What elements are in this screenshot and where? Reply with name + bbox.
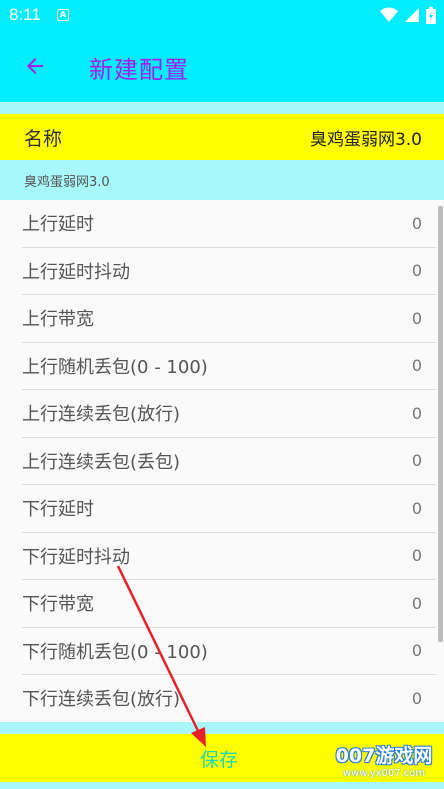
setting-label: 上行连续丢包(丢包) bbox=[22, 451, 181, 473]
setting-uplink-burst-pass[interactable]: 上行连续丢包(放行) 0 bbox=[22, 390, 436, 438]
setting-uplink-delay-jitter[interactable]: 上行延时抖动 0 bbox=[22, 248, 436, 295]
setting-label: 上行延时 bbox=[22, 214, 94, 236]
watermark-url: www.yx007.com bbox=[342, 768, 426, 779]
setting-label: 上行带宽 bbox=[22, 309, 94, 331]
setting-downlink-burst-pass[interactable]: 下行连续丢包(放行) 0 bbox=[22, 675, 436, 722]
setting-label: 下行延时抖动 bbox=[22, 546, 130, 568]
setting-downlink-bandwidth[interactable]: 下行带宽 0 bbox=[22, 580, 436, 628]
battery-icon bbox=[426, 6, 436, 24]
name-value: 臭鸡蛋弱网3.0 bbox=[309, 129, 422, 150]
wifi-icon bbox=[380, 7, 398, 22]
setting-value: 0 bbox=[411, 213, 422, 233]
signal-icon bbox=[405, 8, 419, 22]
setting-label: 下行延时 bbox=[22, 499, 94, 521]
setting-label: 下行连续丢包(放行) bbox=[22, 689, 181, 711]
divider-strip bbox=[0, 102, 444, 114]
list-scrollbar[interactable] bbox=[438, 206, 443, 642]
setting-downlink-random-loss[interactable]: 下行随机丢包(0 - 100) 0 bbox=[22, 628, 436, 675]
setting-label: 上行延时抖动 bbox=[22, 261, 130, 283]
setting-value: 0 bbox=[411, 403, 422, 423]
name-label: 名称 bbox=[24, 127, 63, 150]
watermark: 007游戏网 www.yx007.com bbox=[328, 741, 440, 785]
setting-value: 0 bbox=[411, 688, 422, 708]
setting-value: 0 bbox=[411, 261, 422, 281]
name-row[interactable]: 名称 臭鸡蛋弱网3.0 bbox=[0, 114, 444, 160]
status-bar: 8:11 A bbox=[0, 0, 444, 30]
setting-uplink-burst-drop[interactable]: 上行连续丢包(丢包) 0 bbox=[22, 438, 436, 485]
a-notification-icon: A bbox=[57, 9, 69, 21]
settings-list[interactable]: 上行延时 0 上行延时抖动 0 上行带宽 0 上行随机丢包(0 - 100) 0… bbox=[0, 200, 444, 722]
setting-uplink-delay[interactable]: 上行延时 0 bbox=[22, 200, 436, 248]
setting-value: 0 bbox=[411, 498, 422, 518]
setting-downlink-delay-jitter[interactable]: 下行延时抖动 0 bbox=[22, 533, 436, 580]
setting-downlink-delay[interactable]: 下行延时 0 bbox=[22, 485, 436, 533]
back-button[interactable] bbox=[16, 48, 54, 84]
setting-value: 0 bbox=[411, 593, 422, 613]
app-bar: 新建配置 bbox=[0, 30, 444, 102]
config-subtitle-row: 臭鸡蛋弱网3.0 bbox=[0, 160, 444, 200]
setting-label: 下行随机丢包(0 - 100) bbox=[22, 641, 208, 663]
setting-uplink-bandwidth[interactable]: 上行带宽 0 bbox=[22, 295, 436, 343]
config-subtitle: 臭鸡蛋弱网3.0 bbox=[24, 174, 110, 190]
setting-value: 0 bbox=[411, 641, 422, 661]
save-label: 保存 bbox=[199, 748, 238, 771]
setting-label: 上行随机丢包(0 - 100) bbox=[22, 356, 208, 378]
page-title: 新建配置 bbox=[89, 56, 189, 84]
setting-uplink-random-loss[interactable]: 上行随机丢包(0 - 100) 0 bbox=[22, 343, 436, 390]
setting-value: 0 bbox=[411, 451, 422, 471]
watermark-logo: 007游戏网 bbox=[335, 745, 433, 767]
setting-value: 0 bbox=[411, 308, 422, 328]
status-icons bbox=[380, 5, 436, 25]
divider-strip bbox=[0, 722, 444, 734]
setting-value: 0 bbox=[411, 546, 422, 566]
status-time: 8:11 bbox=[9, 5, 41, 24]
setting-label: 上行连续丢包(放行) bbox=[22, 404, 181, 426]
arrow-left-icon bbox=[27, 58, 43, 74]
setting-value: 0 bbox=[411, 356, 422, 376]
setting-label: 下行带宽 bbox=[22, 594, 94, 616]
